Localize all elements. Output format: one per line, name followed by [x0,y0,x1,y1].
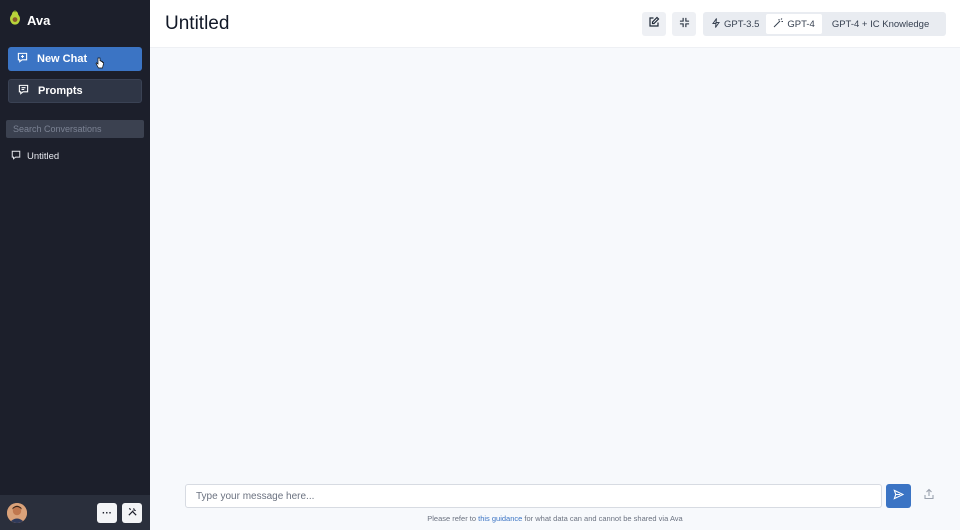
data-guidance-note: Please refer to this guidance for what d… [150,514,960,523]
brand[interactable]: Ava [9,10,50,30]
message-icon [18,84,29,98]
model-label: GPT-3.5 [724,18,760,30]
model-selector: GPT-3.5 GPT-4 GPT-4 + IC Knowledge [703,12,946,36]
guidance-link[interactable]: this guidance [478,514,522,523]
model-tab-gpt-3-5[interactable]: GPT-3.5 [705,14,766,34]
send-button[interactable] [886,484,911,508]
model-tab-gpt-4[interactable]: GPT-4 [766,14,822,34]
mouse-pointer-icon [95,56,105,74]
edit-icon [648,15,660,33]
app-name: Ava [27,12,51,28]
model-tab-gpt-4-ic-knowledge[interactable]: GPT-4 + IC Knowledge [822,14,936,34]
new-chat-label: New Chat [37,53,88,65]
edit-title-button[interactable] [642,12,666,36]
page-title: Untitled [165,13,230,34]
sidebar-footer: ··· [0,495,150,530]
avatar[interactable] [7,503,27,523]
bolt-icon [712,17,720,31]
upload-icon [923,487,935,505]
sidebar: Ava New Chat Prompts Untitled [0,0,150,530]
collapse-icon [679,15,690,33]
search-conversations-input[interactable] [6,120,144,138]
footnote-suffix: for what data can and cannot be shared v… [524,514,683,523]
new-chat-icon [17,52,28,66]
avocado-logo-icon [9,10,21,30]
more-label: ··· [102,507,112,519]
new-chat-button[interactable]: New Chat [8,47,142,71]
main-panel: Untitled GPT-3.5 GPT-4 GPT-4 + IC Knowle… [150,0,960,530]
conversation-item[interactable]: Untitled [11,148,145,164]
tools-button[interactable] [122,503,142,523]
tools-icon [127,506,138,520]
prompts-button[interactable]: Prompts [8,79,142,103]
send-icon [893,487,905,505]
conversation-title: Untitled [27,150,60,162]
collapse-button[interactable] [672,12,696,36]
footnote-prefix: Please refer to [427,514,477,523]
chat-icon [11,150,21,163]
model-label: GPT-4 + IC Knowledge [831,18,930,30]
model-label: GPT-4 [787,18,815,30]
more-options-button[interactable]: ··· [97,503,117,523]
upload-button[interactable] [917,484,941,508]
prompts-label: Prompts [38,85,83,97]
message-input[interactable] [185,484,882,508]
magic-wand-icon [773,17,784,31]
header-bar: Untitled GPT-3.5 GPT-4 GPT-4 + IC Knowle… [150,0,960,48]
